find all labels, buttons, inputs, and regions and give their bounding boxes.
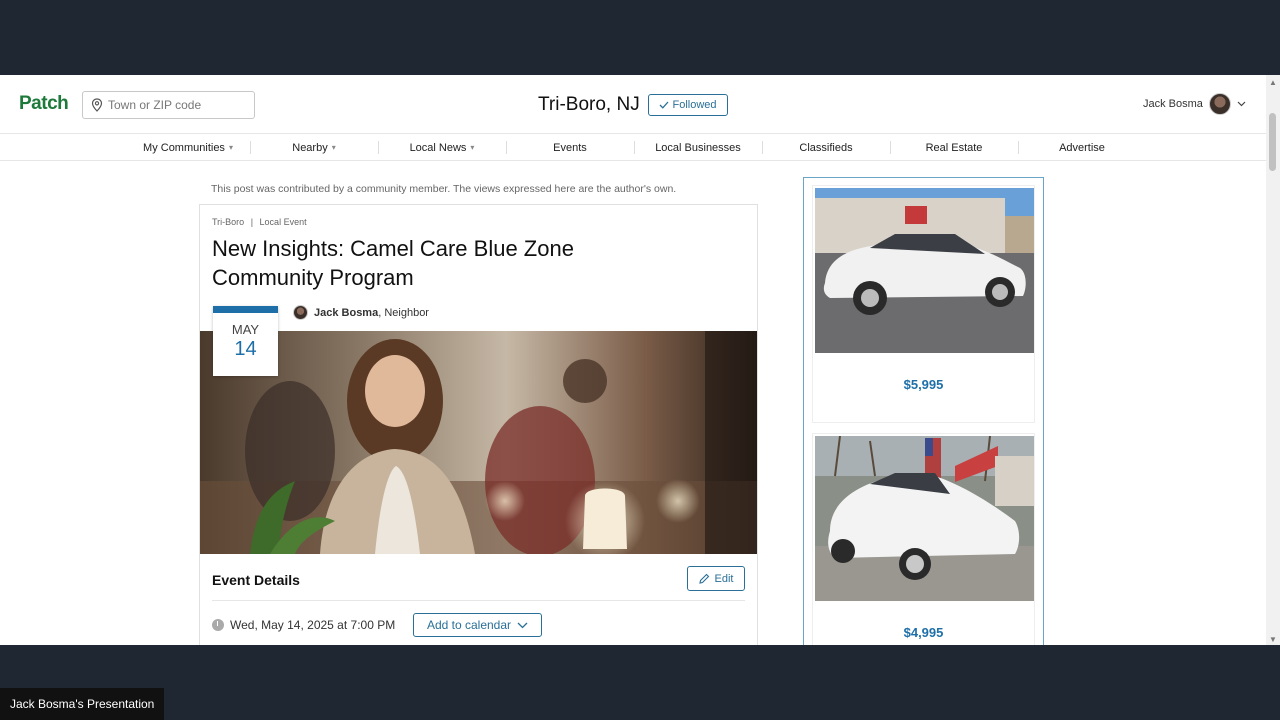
search-input[interactable] — [108, 98, 248, 112]
listing-price: $4,995 — [903, 625, 944, 640]
event-date-badge: MAY 14 — [213, 306, 278, 376]
nav-item-classifieds[interactable]: Classifieds — [762, 134, 890, 161]
author-role: , Neighbor — [378, 306, 429, 319]
vertical-scrollbar[interactable]: ▲ ▼ — [1266, 75, 1280, 645]
edit-label: Edit — [714, 572, 734, 585]
check-icon — [660, 101, 669, 109]
main-nav: My Communities ▾ Nearby ▾ Local News ▾ Even… — [0, 133, 1266, 161]
meditation-photo — [200, 331, 757, 554]
event-datetime: Wed, May 14, 2025 at 7:00 PM — [212, 618, 395, 632]
meta-category[interactable]: Local Event — [260, 217, 307, 227]
nav-item-events[interactable]: Events — [506, 134, 634, 161]
user-name: Jack Bosma — [1143, 98, 1203, 110]
meta-location[interactable]: Tri-Boro — [212, 217, 244, 227]
chevron-down-icon — [1237, 101, 1246, 107]
meta-separator: | — [250, 217, 254, 227]
community-disclaimer: This post was contributed by a community… — [211, 183, 677, 195]
nav-item-local-news[interactable]: Local News ▾ — [378, 134, 506, 161]
nav-item-nearby[interactable]: Nearby ▾ — [250, 134, 378, 161]
nav-item-local-businesses[interactable]: Local Businesses — [634, 134, 762, 161]
author-name: Jack Bosma — [314, 306, 379, 319]
followed-button[interactable]: Followed — [648, 94, 728, 116]
author-byline[interactable]: Jack Bosma, Neighbor — [293, 305, 429, 320]
listing-price: $5,995 — [903, 377, 944, 392]
article-card: Tri-Boro | Local Event New Insights: Cam… — [199, 204, 758, 645]
date-day: 14 — [234, 338, 257, 360]
add-to-calendar-button[interactable]: Add to calendar — [413, 613, 542, 637]
add-to-calendar-label: Add to calendar — [426, 618, 512, 632]
location-search[interactable] — [82, 91, 255, 119]
ad-listing[interactable]: $5,995 — [812, 185, 1035, 423]
scroll-down-icon[interactable]: ▼ — [1269, 635, 1277, 644]
presenter-label: Jack Bosma's Presentation — [0, 688, 164, 720]
nav-item-real-estate[interactable]: Real Estate — [890, 134, 1018, 161]
scroll-up-icon[interactable]: ▲ — [1269, 78, 1277, 87]
nav-item-my-communities[interactable]: My Communities ▾ — [124, 134, 252, 161]
browser-viewport: Patch Tri-Boro, NJ Followed Jack Bosma M… — [0, 75, 1280, 645]
date-month: MAY — [231, 322, 260, 337]
event-hero-image — [200, 331, 757, 554]
map-pin-icon — [91, 98, 103, 112]
article-meta: Tri-Boro | Local Event — [212, 217, 307, 227]
edit-button[interactable]: Edit — [687, 566, 745, 591]
event-details-heading: Event Details — [212, 572, 300, 588]
divider — [212, 600, 745, 601]
community-name: Tri-Boro, NJ — [538, 94, 640, 115]
article-title: New Insights: Camel Care Blue Zone Commu… — [212, 236, 574, 290]
site-header: Patch Tri-Boro, NJ Followed Jack Bosma — [0, 75, 1266, 133]
caret-down-icon: ▾ — [470, 143, 475, 152]
car-photo — [815, 436, 1034, 601]
caret-down-icon: ▾ — [331, 143, 336, 152]
patch-logo[interactable]: Patch — [19, 93, 69, 115]
pencil-icon — [698, 573, 709, 584]
followed-label: Followed — [672, 99, 717, 111]
nav-item-advertise[interactable]: Advertise — [1018, 134, 1146, 161]
chevron-down-icon — [517, 622, 528, 628]
user-menu[interactable]: Jack Bosma — [1143, 93, 1246, 115]
caret-down-icon: ▾ — [228, 143, 233, 152]
author-avatar — [293, 305, 308, 320]
clock-icon — [212, 619, 224, 631]
avatar — [1208, 93, 1231, 115]
car-photo — [815, 188, 1034, 353]
scroll-thumb[interactable] — [1269, 113, 1276, 171]
ad-listing[interactable]: $4,995 — [812, 433, 1035, 645]
classifieds-ad[interactable]: $5,995 $4,995 — [803, 177, 1044, 645]
event-datetime-text: Wed, May 14, 2025 at 7:00 PM — [230, 618, 396, 632]
